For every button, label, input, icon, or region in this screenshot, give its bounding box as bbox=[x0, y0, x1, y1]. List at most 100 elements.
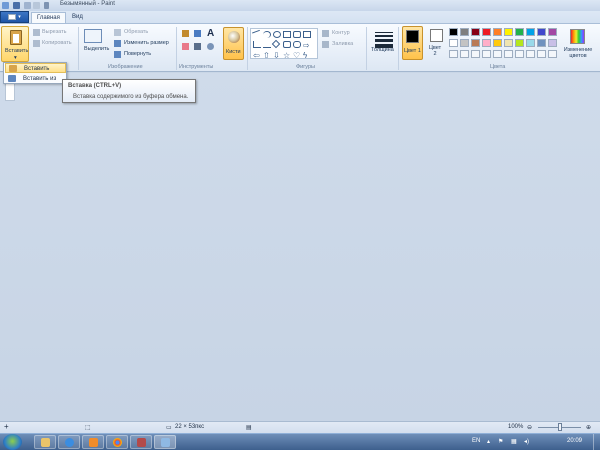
resize-icon bbox=[114, 40, 121, 47]
taskbar-media[interactable] bbox=[82, 435, 104, 449]
palette-color-swatch[interactable] bbox=[482, 39, 491, 47]
curve-shape-icon[interactable] bbox=[263, 31, 271, 38]
color-picker-icon[interactable] bbox=[194, 43, 201, 50]
palette-custom-swatch[interactable] bbox=[493, 50, 502, 58]
save-icon[interactable] bbox=[13, 2, 20, 9]
oval-shape-icon[interactable] bbox=[273, 31, 281, 38]
palette-color-swatch[interactable] bbox=[504, 28, 513, 36]
taskbar-ie[interactable] bbox=[58, 435, 80, 449]
rounded-rectangle-shape-icon[interactable] bbox=[293, 31, 301, 38]
paste-menu-item[interactable]: Вставить bbox=[5, 63, 66, 73]
copy-button[interactable]: Копировать bbox=[42, 40, 72, 46]
drawing-canvas[interactable] bbox=[5, 83, 15, 101]
crop-button[interactable]: Обрезать bbox=[124, 29, 148, 35]
paste-button[interactable]: Вставить ▾ bbox=[1, 26, 29, 62]
palette-color-swatch[interactable] bbox=[504, 39, 513, 47]
heart-shape-icon[interactable]: ♡ bbox=[293, 51, 301, 60]
taskbar-explorer[interactable] bbox=[34, 435, 56, 449]
tab-home[interactable]: Главная bbox=[31, 12, 66, 23]
palette-color-swatch[interactable] bbox=[449, 28, 458, 36]
fill-button[interactable]: Заливка bbox=[332, 41, 353, 47]
palette-custom-swatch[interactable] bbox=[449, 50, 458, 58]
palette-color-swatch[interactable] bbox=[515, 39, 524, 47]
palette-color-swatch[interactable] bbox=[515, 28, 524, 36]
triangle-shape-icon[interactable] bbox=[253, 41, 261, 48]
up-arrow-shape-icon[interactable]: ⇧ bbox=[263, 51, 271, 60]
palette-color-swatch[interactable] bbox=[526, 28, 535, 36]
palette-color-swatch[interactable] bbox=[537, 39, 546, 47]
language-indicator[interactable]: EN bbox=[472, 438, 480, 444]
down-arrow-shape-icon[interactable]: ⇩ bbox=[273, 51, 281, 60]
shapes-gallery[interactable]: ⇨ ⇦ ⇧ ⇩ ☆ ♡ ϟ bbox=[250, 28, 318, 60]
polygon-shape-icon[interactable] bbox=[303, 31, 311, 38]
palette-custom-swatch[interactable] bbox=[515, 50, 524, 58]
palette-custom-swatch[interactable] bbox=[537, 50, 546, 58]
tab-view[interactable]: Вид bbox=[67, 12, 88, 23]
flag-icon[interactable]: ⚑ bbox=[498, 438, 503, 445]
cursor-position-icon: + bbox=[4, 422, 9, 431]
edit-colors-button[interactable]: Изменение цветов bbox=[561, 47, 595, 59]
lightning-shape-icon[interactable]: ϟ bbox=[303, 51, 311, 60]
clock[interactable]: 20:09 bbox=[567, 438, 582, 444]
palette-color-swatch[interactable] bbox=[449, 39, 458, 47]
redo-icon[interactable] bbox=[33, 2, 40, 9]
palette-custom-swatch[interactable] bbox=[460, 50, 469, 58]
star-shape-icon[interactable]: ☆ bbox=[283, 51, 291, 60]
canvas-workspace[interactable] bbox=[0, 73, 600, 421]
pencil-icon[interactable] bbox=[182, 30, 189, 37]
palette-color-swatch[interactable] bbox=[482, 28, 491, 36]
right-arrow-shape-icon[interactable]: ⇨ bbox=[303, 41, 311, 50]
taskbar-paint[interactable] bbox=[154, 435, 176, 449]
palette-color-swatch[interactable] bbox=[471, 39, 480, 47]
palette-color-swatch[interactable] bbox=[526, 39, 535, 47]
palette-custom-swatch[interactable] bbox=[504, 50, 513, 58]
palette-color-swatch[interactable] bbox=[493, 28, 502, 36]
hexagon-shape-icon[interactable] bbox=[293, 41, 301, 48]
cut-button[interactable]: Вырезать bbox=[42, 29, 66, 35]
volume-icon[interactable]: ◂) bbox=[524, 438, 529, 445]
palette-custom-swatch[interactable] bbox=[526, 50, 535, 58]
paint-app-icon[interactable] bbox=[2, 2, 9, 9]
rectangle-shape-icon[interactable] bbox=[283, 31, 291, 38]
palette-color-swatch[interactable] bbox=[460, 28, 469, 36]
zoom-out-icon[interactable]: ⊖ bbox=[527, 424, 532, 431]
line-shape-icon[interactable] bbox=[252, 29, 262, 40]
palette-color-swatch[interactable] bbox=[460, 39, 469, 47]
palette-color-swatch[interactable] bbox=[548, 28, 557, 36]
palette-color-swatch[interactable] bbox=[493, 39, 502, 47]
resize-button[interactable]: Изменить размер bbox=[124, 40, 169, 46]
show-desktop-button[interactable] bbox=[593, 434, 600, 450]
size-button[interactable]: Толщина bbox=[371, 47, 394, 53]
left-arrow-shape-icon[interactable]: ⇦ bbox=[253, 51, 261, 60]
undo-icon[interactable] bbox=[24, 2, 31, 9]
fill-bucket-icon[interactable] bbox=[194, 30, 201, 37]
text-tool-icon[interactable]: A bbox=[207, 28, 214, 39]
magnifier-icon[interactable] bbox=[207, 43, 214, 50]
color1-button[interactable]: Цвет 1 bbox=[402, 26, 423, 60]
customize-quick-access-icon[interactable] bbox=[44, 2, 49, 9]
network-icon[interactable]: ▦ bbox=[511, 438, 517, 445]
brushes-button[interactable]: Кисти bbox=[223, 27, 244, 60]
palette-custom-swatch[interactable] bbox=[471, 50, 480, 58]
pentagon-shape-icon[interactable] bbox=[283, 41, 291, 48]
outline-button[interactable]: Контур bbox=[332, 30, 350, 36]
tooltip-title: Вставка (CTRL+V) bbox=[68, 83, 122, 89]
palette-color-swatch[interactable] bbox=[471, 28, 480, 36]
palette-custom-swatch[interactable] bbox=[548, 50, 557, 58]
zoom-in-icon[interactable]: ⊕ bbox=[586, 424, 591, 431]
paste-from-menu-item[interactable]: Вставить из bbox=[5, 74, 66, 84]
zoom-slider-thumb[interactable] bbox=[558, 423, 562, 431]
show-hidden-icons-icon[interactable]: ▴ bbox=[487, 438, 490, 445]
rotate-button[interactable]: Повернуть bbox=[124, 51, 151, 57]
taskbar-app[interactable] bbox=[130, 435, 152, 449]
start-button[interactable] bbox=[3, 434, 22, 450]
palette-color-swatch[interactable] bbox=[537, 28, 546, 36]
palette-color-swatch[interactable] bbox=[548, 39, 557, 47]
select-button[interactable]: Выделить bbox=[84, 46, 109, 52]
diamond-shape-icon[interactable] bbox=[271, 39, 281, 49]
right-triangle-shape-icon[interactable] bbox=[263, 41, 271, 48]
palette-custom-swatch[interactable] bbox=[482, 50, 491, 58]
file-menu-button[interactable]: ▾ bbox=[0, 11, 29, 23]
taskbar-chrome[interactable] bbox=[106, 435, 128, 449]
eraser-icon[interactable] bbox=[182, 43, 189, 50]
